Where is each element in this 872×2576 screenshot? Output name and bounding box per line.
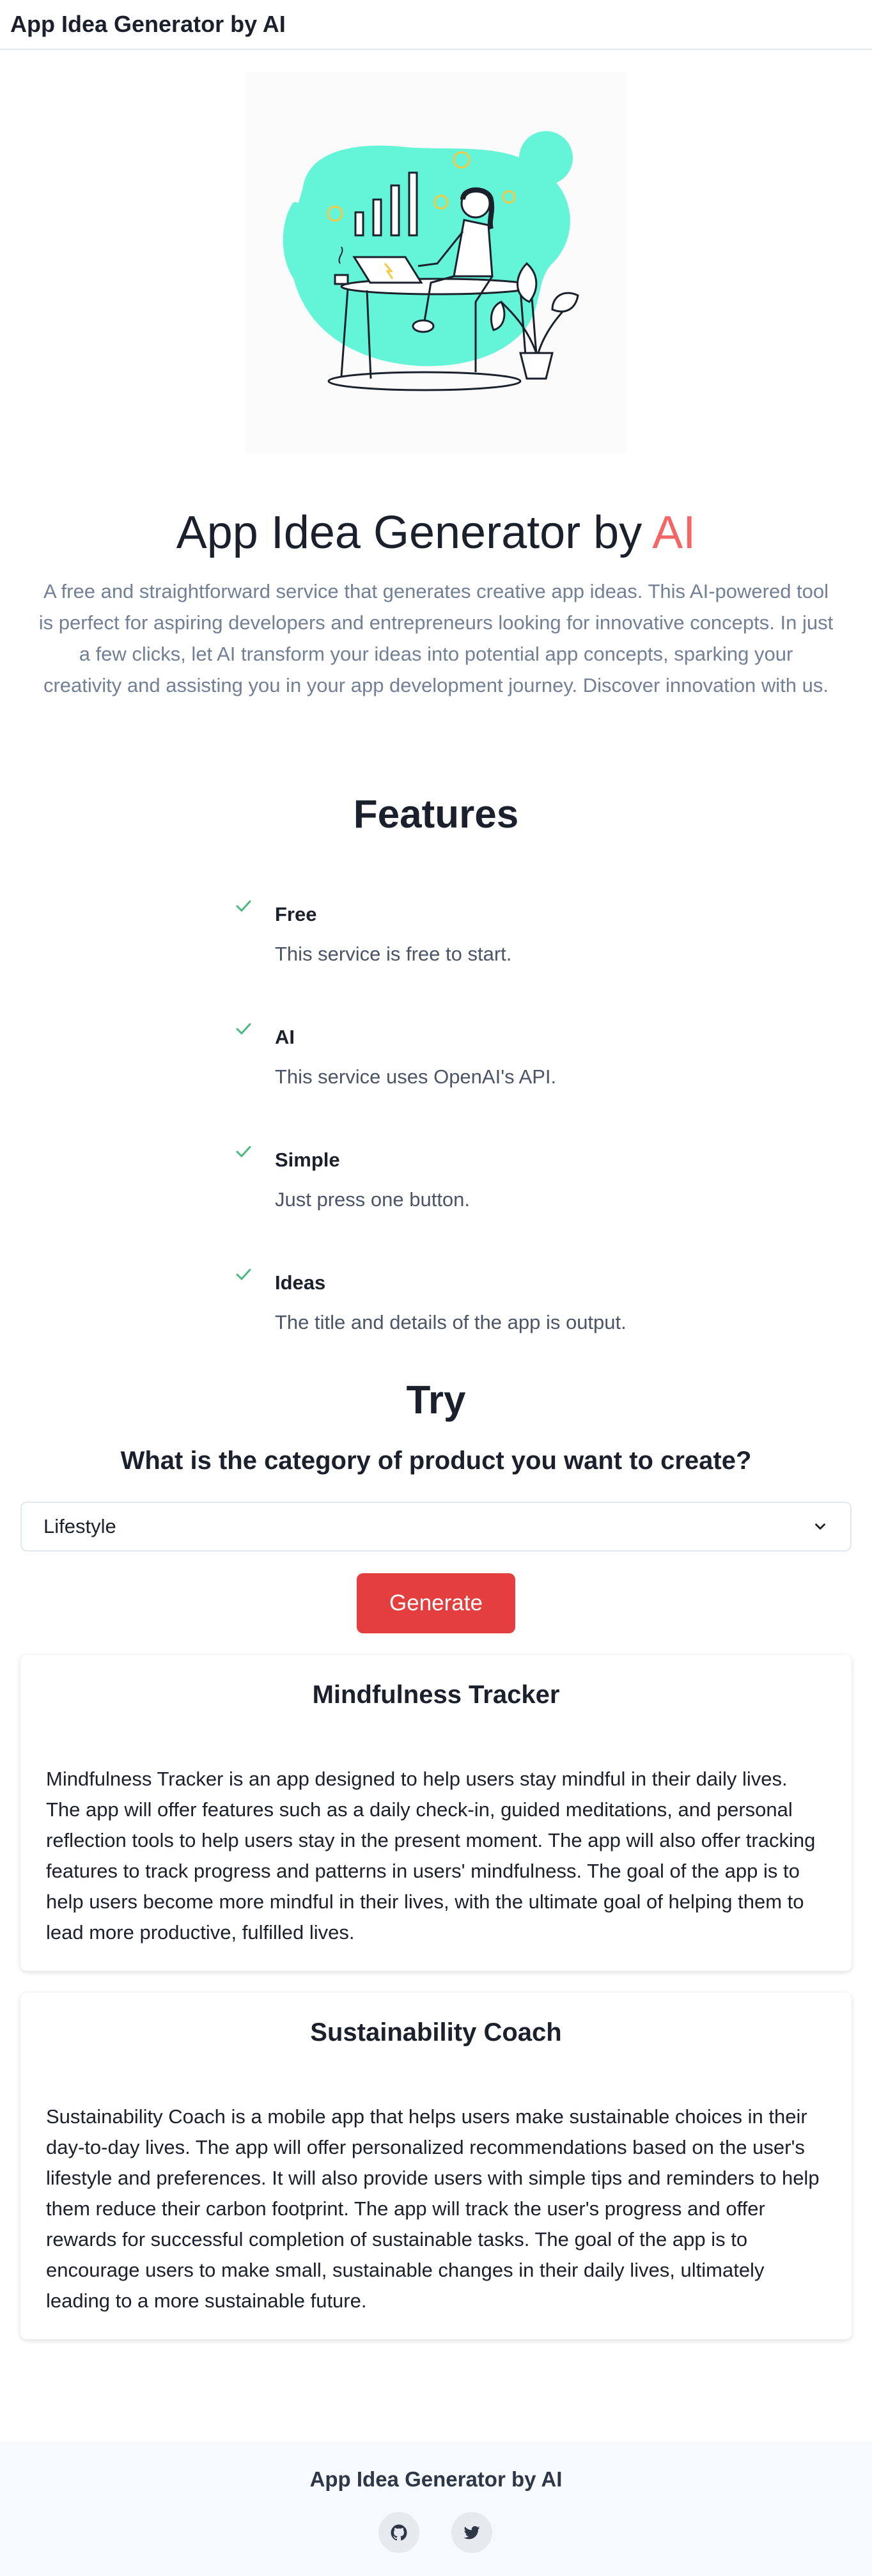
feature-title: AI [275,1026,295,1048]
category-question: What is the category of product you want… [120,1447,752,1475]
category-select[interactable]: Lifestyle [20,1502,852,1551]
github-link[interactable] [378,2512,419,2553]
idea-title: Sustainability Coach [310,2018,562,2046]
footer-brand: App Idea Generator by AI [309,2467,563,2491]
feature-description: This service uses OpenAI's API. [275,1065,557,1088]
idea-card: Mindfulness Tracker Mindfulness Tracker … [20,1655,852,1971]
github-icon [391,2524,407,2541]
check-icon [236,1146,251,1158]
feature-description: This service is free to start. [275,943,512,965]
hero-title-main: App Idea Generator by [176,507,653,558]
check-icon [236,900,251,912]
hero-description: A free and straightforward service that … [38,580,834,696]
feature-title: Free [275,903,317,925]
idea-description: Sustainability Coach is a mobile app tha… [46,2105,820,2312]
hero-illustration [245,72,627,453]
hero-title-accent: AI [652,507,696,558]
category-select-value: Lifestyle [43,1515,116,1537]
check-icon [236,1023,251,1035]
footer: App Idea Generator by AI [0,2442,872,2576]
hero-title: App Idea Generator by AI [0,504,872,562]
feature-title: Ideas [275,1271,326,1294]
feature-title: Simple [275,1149,340,1171]
feature-description: Just press one button. [275,1188,471,1211]
idea-card: Sustainability Coach Sustainability Coac… [20,1993,852,2339]
twitter-link[interactable] [451,2512,492,2553]
idea-title: Mindfulness Tracker [312,1681,560,1709]
idea-description: Mindfulness Tracker is an app designed t… [46,1768,816,1944]
feature-description: The title and details of the app is outp… [275,1311,627,1333]
generate-button[interactable]: Generate [357,1573,515,1633]
top-navbar: App Idea Generator by AI [0,0,872,50]
try-title: Try [406,1378,466,1422]
check-icon [236,1269,251,1280]
features-title: Features [353,792,519,836]
chevron-down-icon [815,1523,825,1530]
navbar-brand[interactable]: App Idea Generator by AI [10,11,286,38]
twitter-icon [463,2525,480,2540]
